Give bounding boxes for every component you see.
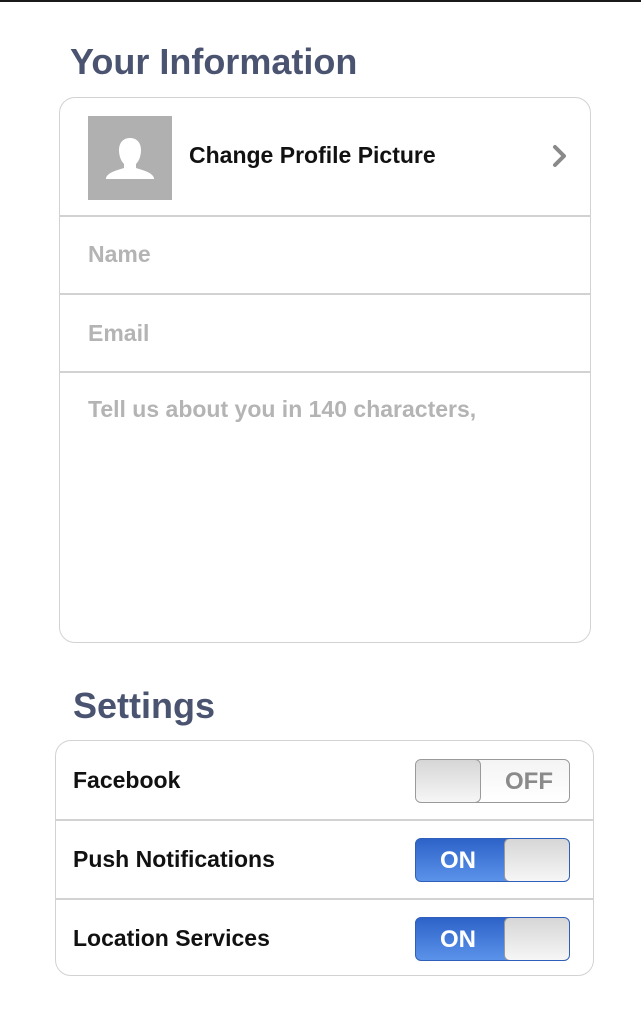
setting-label-location-services: Location Services	[73, 925, 270, 951]
change-profile-picture-row[interactable]: Change Profile Picture	[60, 98, 590, 216]
change-profile-picture-label: Change Profile Picture	[189, 142, 436, 168]
name-input[interactable]	[88, 237, 558, 271]
toggle-knob	[504, 839, 569, 881]
toggle-knob	[416, 760, 481, 802]
chevron-right-icon	[553, 145, 566, 167]
toggle-knob	[504, 918, 569, 960]
top-border	[0, 0, 641, 2]
person-silhouette-icon	[88, 116, 172, 200]
email-row	[60, 295, 590, 372]
setting-row-push-notifications: Push Notifications ON	[56, 820, 593, 898]
toggle-state-text: ON	[440, 847, 476, 874]
setting-row-facebook: Facebook OFF	[56, 741, 593, 819]
toggle-state-text: ON	[440, 926, 476, 953]
settings-group: Facebook OFF Push Notifications ON Locat…	[55, 740, 594, 976]
email-input[interactable]	[88, 316, 558, 350]
setting-row-location-services: Location Services ON	[56, 899, 593, 975]
settings-title: Settings	[73, 685, 216, 726]
location-services-toggle[interactable]: ON	[415, 917, 570, 961]
your-information-group: Change Profile Picture	[59, 97, 591, 643]
name-row	[60, 217, 590, 294]
push-notifications-toggle[interactable]: ON	[415, 838, 570, 882]
setting-label-facebook: Facebook	[73, 767, 181, 793]
your-information-title: Your Information	[70, 41, 358, 82]
bio-row	[60, 373, 590, 642]
toggle-state-text: OFF	[505, 768, 553, 795]
facebook-toggle[interactable]: OFF	[415, 759, 570, 803]
bio-textarea[interactable]	[88, 395, 558, 615]
setting-label-push-notifications: Push Notifications	[73, 846, 275, 872]
